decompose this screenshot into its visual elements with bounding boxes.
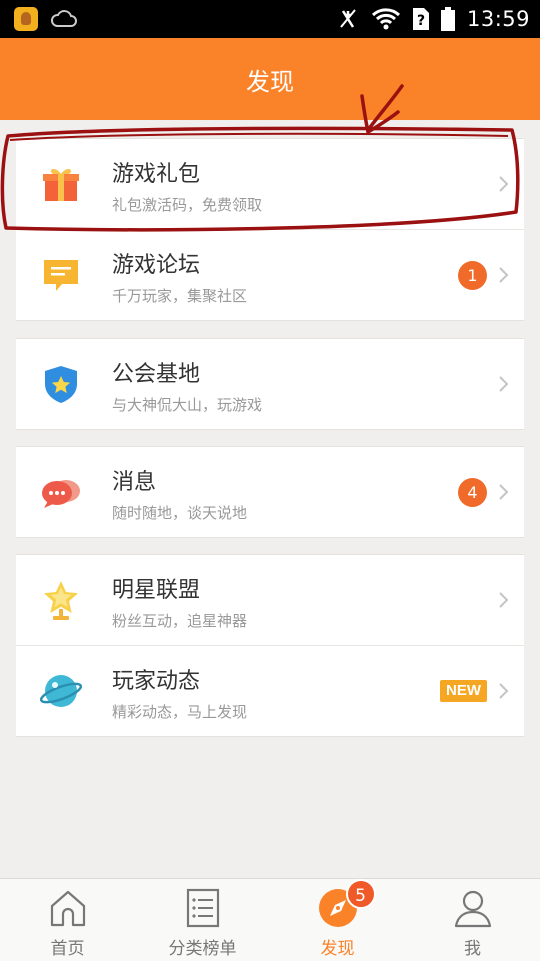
list-item-messages[interactable]: 消息 随时随地，谈天说地 4 <box>16 447 524 537</box>
item-title: 玩家动态 <box>112 669 201 694</box>
status-bar: ? 13:59 <box>0 0 540 38</box>
chevron-right-icon <box>499 484 509 500</box>
discover-group-1: 游戏礼包 礼包激活码，免费领取 游戏论坛 千万玩家，集聚社区 1 <box>16 138 524 321</box>
clock: 13:59 <box>466 7 530 31</box>
item-title: 游戏论坛 <box>112 253 201 278</box>
page-title: 发现 <box>246 67 294 96</box>
list-item-star-league[interactable]: 明星联盟 粉丝互动，追星神器 <box>16 555 524 645</box>
item-subtitle: 礼包激活码，免费领取 <box>112 196 263 214</box>
page-header: 发现 <box>0 38 540 120</box>
list-icon <box>186 888 219 928</box>
home-icon <box>50 890 85 927</box>
unread-badge: 1 <box>458 261 487 290</box>
bottom-nav: 首页 分类榜单 5 发现 我 <box>0 878 540 961</box>
planet-icon <box>40 675 82 707</box>
item-subtitle: 精彩动态，马上发现 <box>112 703 248 721</box>
forum-icon <box>44 260 78 291</box>
discover-group-2: 公会基地 与大神侃大山，玩游戏 <box>16 338 524 430</box>
new-badge: NEW <box>440 680 487 702</box>
wifi-icon <box>371 8 400 30</box>
item-subtitle: 与大神侃大山，玩游戏 <box>112 396 263 414</box>
gift-icon <box>43 168 79 201</box>
person-icon <box>454 890 491 928</box>
list-item-game-forum[interactable]: 游戏论坛 千万玩家，集聚社区 1 <box>16 229 524 320</box>
message-bubbles-icon <box>42 480 80 508</box>
chevron-right-icon <box>499 683 509 699</box>
list-item-game-gifts[interactable]: 游戏礼包 礼包激活码，免费领取 <box>16 139 524 229</box>
sim-unknown-icon: ? <box>412 8 429 30</box>
unread-badge: 4 <box>458 478 487 507</box>
nav-badge: 5 <box>345 879 376 909</box>
battery-icon <box>440 7 455 31</box>
list-item-guild-base[interactable]: 公会基地 与大神侃大山，玩游戏 <box>16 339 524 429</box>
item-title: 明星联盟 <box>112 578 201 603</box>
nav-label: 发现 <box>320 939 355 959</box>
chevron-right-icon <box>499 376 509 392</box>
nav-me[interactable]: 我 <box>405 879 540 961</box>
svg-text:?: ? <box>417 13 425 29</box>
list-item-player-feed[interactable]: 玩家动态 精彩动态，马上发现 NEW <box>16 645 524 736</box>
item-title: 游戏礼包 <box>112 162 201 187</box>
chevron-right-icon <box>499 267 509 283</box>
chevron-right-icon <box>499 592 509 608</box>
nav-label: 我 <box>464 939 481 959</box>
guild-shield-icon <box>45 366 77 403</box>
item-title: 公会基地 <box>112 362 201 387</box>
app-notification-icon <box>14 7 38 31</box>
item-subtitle: 千万玩家，集聚社区 <box>112 287 248 305</box>
discover-group-3: 消息 随时随地，谈天说地 4 <box>16 446 524 538</box>
nav-discover[interactable]: 5 发现 <box>270 879 405 961</box>
nav-home[interactable]: 首页 <box>0 879 135 961</box>
item-subtitle: 粉丝互动，追星神器 <box>112 612 248 630</box>
cloud-icon <box>51 10 77 27</box>
chevron-right-icon <box>499 176 509 192</box>
mute-icon <box>340 9 356 28</box>
star-trophy-icon <box>44 581 78 620</box>
item-title: 消息 <box>112 470 157 495</box>
nav-label: 分类榜单 <box>168 939 237 959</box>
nav-categories[interactable]: 分类榜单 <box>135 879 270 961</box>
discover-group-4: 明星联盟 粉丝互动，追星神器 玩家动态 精彩动态，马上发现 NEW <box>16 554 524 737</box>
item-subtitle: 随时随地，谈天说地 <box>112 504 248 522</box>
nav-label: 首页 <box>50 939 85 959</box>
